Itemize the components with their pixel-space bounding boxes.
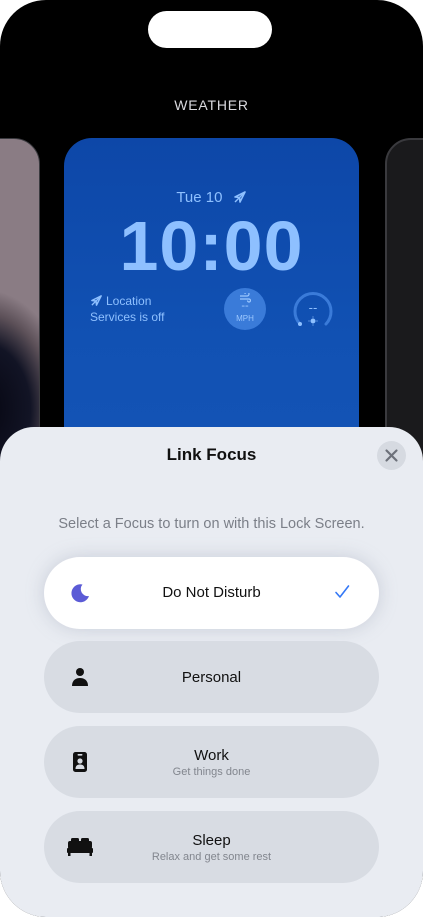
focus-option-do-not-disturb[interactable]: Do Not Disturb	[44, 557, 379, 629]
section-title: WEATHER	[174, 97, 249, 113]
wind-unit: MPH	[236, 314, 254, 323]
focus-option-subtitle: Get things done	[172, 766, 251, 778]
checkmark-icon	[334, 584, 350, 605]
close-button[interactable]	[377, 441, 406, 470]
lock-screen-card-next[interactable]	[385, 138, 423, 472]
close-icon	[385, 449, 398, 462]
focus-option-personal[interactable]: Personal	[44, 641, 379, 713]
phone-screen: WEATHER Tue 10 10:00 Location Services i…	[0, 0, 423, 917]
date-label: Tue 10	[176, 189, 223, 206]
sheet-subtitle: Select a Focus to turn on with this Lock…	[58, 516, 365, 532]
lock-screen-card-weather[interactable]: Tue 10 10:00 Location Services is off --…	[64, 138, 359, 468]
focus-option-subtitle: Relax and get some rest	[151, 851, 272, 863]
location-widget[interactable]: Location Services is off	[90, 294, 164, 324]
focus-option-label: Work	[194, 747, 229, 764]
focus-option-label: Do Not Disturb	[162, 584, 261, 601]
focus-option-label: Sleep	[192, 832, 231, 849]
location-line2: Services is off	[90, 310, 165, 324]
focus-option-sleep[interactable]: Sleep Relax and get some rest	[44, 811, 379, 883]
sheet-title: Link Focus	[166, 445, 257, 464]
gauge-value: --	[309, 300, 318, 315]
location-off-icon	[90, 294, 103, 310]
focus-option-label: Personal	[181, 669, 242, 686]
wind-widget[interactable]: -- MPH	[224, 288, 266, 330]
focus-option-work[interactable]: Work Get things done	[44, 726, 379, 798]
lock-screen-card-previous[interactable]	[0, 138, 40, 470]
uv-gauge-widget[interactable]: --	[291, 288, 335, 332]
sun-icon	[308, 316, 318, 326]
link-focus-sheet: Link Focus Select a Focus to turn on wit…	[0, 427, 423, 917]
location-line1: Location	[106, 294, 152, 308]
wind-value: --	[241, 300, 249, 312]
dynamic-island	[148, 11, 272, 48]
clock-time: 10:00	[119, 207, 304, 285]
